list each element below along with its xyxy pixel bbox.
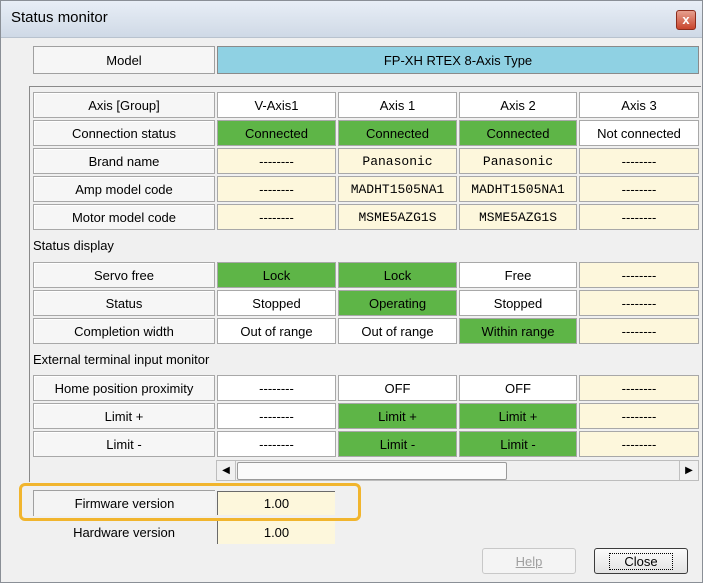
status-cell: Limit -	[459, 431, 577, 457]
status-cell: MSME5AZG1S	[338, 204, 457, 230]
row-label: Limit +	[33, 403, 215, 429]
status-cell: OFF	[338, 375, 457, 401]
row-label: Amp model code	[33, 176, 215, 202]
status-cell: --------	[217, 204, 336, 230]
model-label: Model	[33, 46, 215, 74]
status-cell: --------	[217, 375, 336, 401]
column-header-1[interactable]: V-Axis1	[217, 92, 336, 118]
external-input-section: External terminal input monitor	[33, 352, 210, 367]
axis-group-header[interactable]: Axis [Group]	[33, 92, 215, 118]
window-title: Status monitor	[11, 9, 108, 26]
status-cell: --------	[579, 290, 699, 316]
scroll-left-icon[interactable]: ◀	[217, 461, 236, 480]
row-label: Status	[33, 290, 215, 316]
status-cell: MADHT1505NA1	[459, 176, 577, 202]
row-label: Limit -	[33, 431, 215, 457]
status-cell: --------	[579, 262, 699, 288]
status-cell: --------	[579, 403, 699, 429]
status-cell: --------	[217, 148, 336, 174]
row-label: Servo free	[33, 262, 215, 288]
status-cell: --------	[579, 176, 699, 202]
status-cell: --------	[579, 318, 699, 344]
status-cell: Operating	[338, 290, 457, 316]
status-cell: MSME5AZG1S	[459, 204, 577, 230]
status-cell: Panasonic	[338, 148, 457, 174]
row-label: Motor model code	[33, 204, 215, 230]
close-window-icon[interactable]: x	[676, 10, 696, 30]
status-cell: Out of range	[217, 318, 336, 344]
scroll-right-icon[interactable]: ▶	[679, 461, 698, 480]
close-button[interactable]: Close	[594, 548, 688, 574]
status-cell: Not connected	[579, 120, 699, 146]
horizontal-scrollbar[interactable]: ◀ ▶	[216, 460, 699, 481]
status-cell: Limit +	[459, 403, 577, 429]
firmware-highlight-box	[19, 483, 361, 521]
status-cell: Limit +	[338, 403, 457, 429]
status-cell: Panasonic	[459, 148, 577, 174]
status-cell: --------	[579, 375, 699, 401]
status-cell: --------	[579, 204, 699, 230]
row-label: Connection status	[33, 120, 215, 146]
status-cell: Stopped	[459, 290, 577, 316]
status-cell: Stopped	[217, 290, 336, 316]
status-cell: --------	[217, 403, 336, 429]
model-value: FP-XH RTEX 8-Axis Type	[217, 46, 699, 74]
row-label: Brand name	[33, 148, 215, 174]
row-label: Completion width	[33, 318, 215, 344]
status-cell: Lock	[217, 262, 336, 288]
status-cell: Connected	[217, 120, 336, 146]
status-cell: OFF	[459, 375, 577, 401]
status-cell: MADHT1505NA1	[338, 176, 457, 202]
hardware-version-label: Hardware version	[73, 524, 175, 540]
column-header-2[interactable]: Axis 1	[338, 92, 457, 118]
status-cell: --------	[217, 176, 336, 202]
help-button[interactable]: Help	[482, 548, 576, 574]
scroll-thumb[interactable]	[237, 462, 507, 480]
status-monitor-window: Status monitor x Model FP-XH RTEX 8-Axis…	[0, 0, 703, 583]
status-cell: Out of range	[338, 318, 457, 344]
column-header-3[interactable]: Axis 2	[459, 92, 577, 118]
status-cell: Lock	[338, 262, 457, 288]
status-cell: --------	[579, 431, 699, 457]
status-cell: Within range	[459, 318, 577, 344]
close-button-label: Close	[609, 552, 673, 570]
status-cell: Limit -	[338, 431, 457, 457]
status-cell: Connected	[459, 120, 577, 146]
hardware-version-value: 1.00	[217, 520, 335, 544]
status-cell: --------	[217, 431, 336, 457]
column-header-4[interactable]: Axis 3	[579, 92, 699, 118]
row-label: Home position proximity	[33, 375, 215, 401]
help-button-label: Help	[515, 553, 543, 569]
status-cell: --------	[579, 148, 699, 174]
title-bar[interactable]: Status monitor x	[1, 1, 702, 38]
status-cell: Free	[459, 262, 577, 288]
status-cell: Connected	[338, 120, 457, 146]
status-display-section: Status display	[33, 238, 114, 253]
